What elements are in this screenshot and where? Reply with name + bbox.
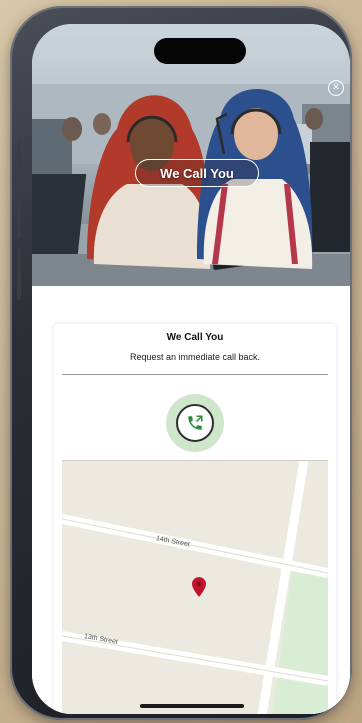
card-divider [62,374,328,375]
phone-frame: We Call You ✕ We Call You Request an imm… [10,6,352,720]
location-pin-icon[interactable] [192,577,206,597]
card-subtitle: Request an immediate call back. [129,352,261,362]
home-indicator [140,704,244,708]
phone-screen: We Call You ✕ We Call You Request an imm… [32,24,350,714]
volume-down-button [17,248,21,300]
call-back-button-inner[interactable] [176,404,214,442]
card-title: We Call You [166,332,224,343]
phone-callback-icon [188,415,203,430]
call-back-button[interactable] [166,394,224,452]
callback-card: We Call You Request an immediate call ba… [54,324,336,714]
location-map[interactable]: 14th Street 13th Street [62,460,328,714]
mute-switch [17,141,21,167]
volume-up-button [17,186,21,238]
main-content: We Call You Request an immediate call ba… [32,286,350,714]
dynamic-island [154,38,246,64]
close-circle-icon[interactable]: ✕ [328,80,344,96]
we-call-you-hero-button[interactable]: We Call You [135,159,259,187]
